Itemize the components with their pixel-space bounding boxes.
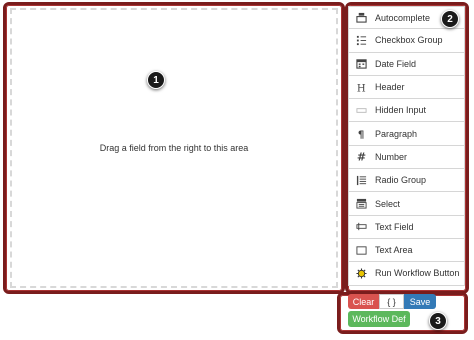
- calendar-icon: [355, 58, 367, 70]
- paragraph-icon: ¶: [355, 128, 367, 140]
- stage-placeholder: Drag a field from the right to this area: [99, 143, 249, 153]
- clear-button[interactable]: Clear: [348, 294, 379, 309]
- view-json-button[interactable]: { }: [379, 294, 404, 309]
- control-label: Text Area: [375, 245, 413, 256]
- workflow-icon: [355, 267, 367, 279]
- control-label: Run Workflow Button: [375, 268, 460, 279]
- control-number[interactable]: # Number: [348, 145, 465, 170]
- control-header[interactable]: H Header: [348, 75, 465, 100]
- header-icon: H: [355, 81, 367, 93]
- callout-badge-2: 2: [441, 10, 459, 28]
- control-text-field[interactable]: Text Field: [348, 215, 465, 239]
- workflow-def-button[interactable]: Workflow Def: [348, 311, 410, 327]
- svg-text:¶: ¶: [357, 130, 363, 139]
- save-button[interactable]: Save: [404, 294, 436, 309]
- control-select[interactable]: Select: [348, 192, 465, 216]
- callout-badge-3: 3: [429, 312, 447, 330]
- control-label: Paragraph: [375, 128, 418, 139]
- control-label: Select: [375, 198, 401, 209]
- control-label: Autocomplete: [375, 12, 431, 23]
- text-area-icon: [355, 244, 367, 256]
- control-label: Hidden Input: [375, 105, 427, 116]
- control-label: Header: [375, 82, 405, 93]
- text-field-icon: [355, 221, 367, 233]
- form-actions: Clear { } Save: [348, 294, 436, 309]
- control-radio-group[interactable]: Radio Group: [348, 169, 465, 193]
- control-text-area[interactable]: Text Area: [348, 238, 465, 263]
- control-label: Radio Group: [375, 175, 427, 186]
- control-hidden-input[interactable]: Hidden Input: [348, 99, 465, 123]
- control-label: Number: [375, 151, 408, 162]
- control-checkbox-group[interactable]: Checkbox Group: [348, 29, 465, 53]
- checkbox-group-icon: [355, 34, 367, 46]
- svg-text:H: H: [356, 83, 365, 92]
- select-icon: [355, 198, 367, 210]
- callout-badge-1: 1: [147, 71, 165, 89]
- form-stage-dropzone[interactable]: Drag a field from the right to this area: [10, 8, 338, 288]
- control-label: Checkbox Group: [375, 35, 443, 46]
- control-label: Text Field: [375, 221, 414, 232]
- control-run-workflow-button[interactable]: Run Workflow Button: [348, 262, 465, 286]
- control-paragraph[interactable]: ¶ Paragraph: [348, 122, 465, 146]
- hidden-input-icon: [355, 104, 367, 116]
- hash-icon: #: [355, 151, 367, 163]
- autocomplete-icon: [355, 12, 367, 24]
- radio-group-icon: [355, 174, 367, 186]
- field-controls-list: Autocomplete Checkbox Group Date Field H…: [348, 6, 465, 286]
- control-label: Date Field: [375, 58, 417, 69]
- control-date-field[interactable]: Date Field: [348, 52, 465, 76]
- svg-text:#: #: [356, 151, 365, 162]
